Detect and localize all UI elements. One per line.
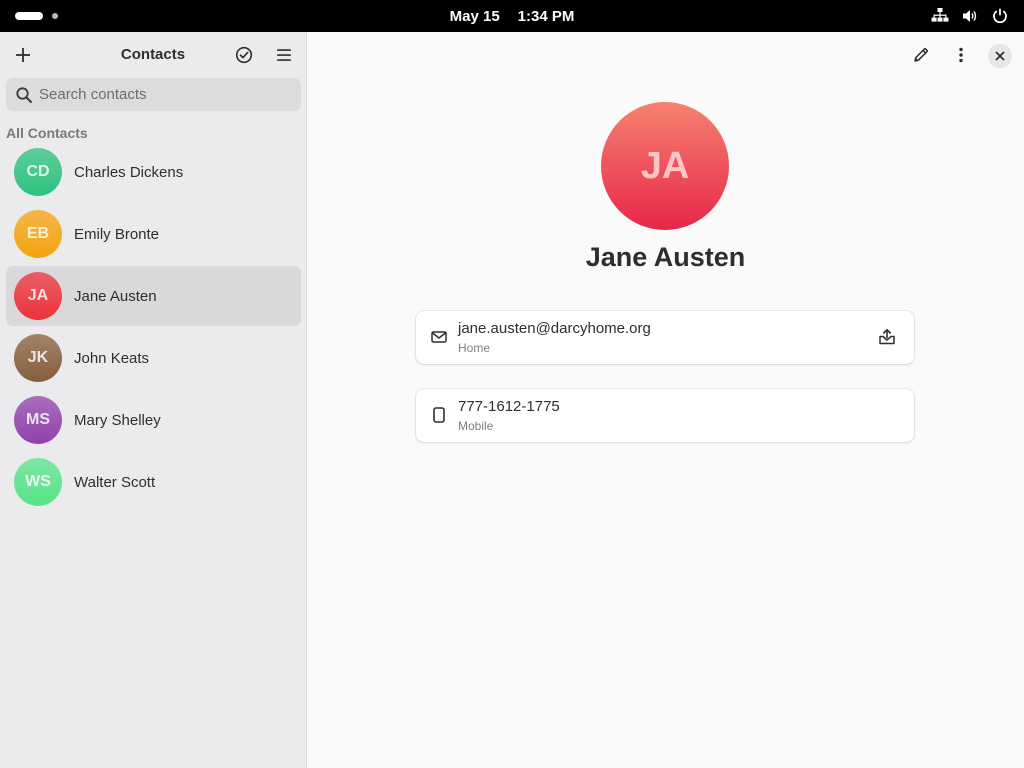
contact-avatar-initials: EB bbox=[26, 225, 50, 242]
contact-name: Charles Dickens bbox=[74, 163, 184, 181]
send-mail-icon bbox=[879, 329, 895, 345]
contact-avatar-large: JA bbox=[601, 102, 729, 230]
phone-type-label: Mobile bbox=[458, 419, 494, 433]
contact-row[interactable]: WS Walter Scott bbox=[6, 452, 301, 512]
contact-detail-pane: JA Jane Austen jane.austen@darcyhome.org… bbox=[307, 32, 1024, 768]
power-icon[interactable] bbox=[990, 6, 1010, 26]
email-type-label: Home bbox=[458, 341, 491, 355]
contact-name: John Keats bbox=[74, 349, 150, 367]
contact-avatar: WS bbox=[14, 458, 62, 506]
contact-row[interactable]: JA Jane Austen bbox=[6, 266, 301, 326]
pencil-icon bbox=[914, 48, 928, 62]
edit-contact-button[interactable] bbox=[904, 38, 938, 72]
contact-avatar-initials: JA bbox=[640, 144, 690, 187]
system-tray[interactable] bbox=[930, 6, 1010, 26]
contact-list: CD Charles Dickens EB Emily Bronte JA Jane Au… bbox=[6, 142, 301, 514]
kebab-menu-icon bbox=[959, 47, 963, 63]
contact-avatar-initials: JK bbox=[27, 349, 49, 366]
sidebar-header: Contacts bbox=[0, 32, 306, 78]
top-bar: May 15 1:34 PM bbox=[0, 0, 1024, 32]
contact-row[interactable]: JK John Keats bbox=[6, 328, 301, 388]
contact-name: Emily Bronte bbox=[74, 225, 160, 243]
contact-avatar-initials: MS bbox=[26, 411, 50, 428]
contact-name-heading: Jane Austen bbox=[585, 242, 746, 272]
contacts-sidebar: Contacts All Contacts CD Charles Dickens E… bbox=[0, 32, 307, 768]
phone-card[interactable]: 777-1612-1775 Mobile bbox=[416, 389, 914, 442]
send-email-button[interactable] bbox=[872, 322, 902, 352]
contact-avatar: EB bbox=[14, 210, 62, 258]
section-label-all-contacts: All Contacts bbox=[6, 125, 88, 141]
contact-avatar-initials: CD bbox=[26, 163, 50, 180]
clock-time[interactable]: 1:34 PM bbox=[518, 8, 575, 25]
contact-name: Jane Austen bbox=[74, 287, 157, 305]
check-circle-icon bbox=[235, 46, 253, 64]
volume-icon[interactable] bbox=[960, 6, 980, 26]
contact-avatar: CD bbox=[14, 148, 62, 196]
clock: May 15 1:34 PM bbox=[0, 0, 1024, 32]
close-icon bbox=[995, 51, 1005, 61]
contact-avatar-initials: JA bbox=[27, 287, 49, 304]
main-menu-button[interactable] bbox=[267, 38, 301, 72]
more-options-button[interactable] bbox=[944, 38, 978, 72]
activities-indicator[interactable] bbox=[15, 12, 58, 20]
search-bar[interactable] bbox=[6, 78, 301, 111]
contact-row[interactable]: MS Mary Shelley bbox=[6, 390, 301, 450]
contact-row[interactable]: EB Emily Bronte bbox=[6, 204, 301, 264]
contact-avatar-initials: WS bbox=[25, 473, 51, 490]
phone-icon bbox=[430, 406, 448, 424]
email-value: jane.austen@darcyhome.org bbox=[458, 320, 651, 337]
clock-date[interactable]: May 15 bbox=[450, 8, 500, 25]
close-window-button[interactable] bbox=[988, 44, 1012, 68]
hamburger-menu-icon bbox=[277, 49, 291, 61]
workspace-indicator-active bbox=[15, 12, 43, 20]
phone-value: 777-1612-1775 bbox=[458, 398, 560, 415]
network-icon[interactable] bbox=[930, 6, 950, 26]
contact-row[interactable]: CD Charles Dickens bbox=[6, 142, 301, 202]
mail-icon bbox=[430, 328, 448, 346]
search-input[interactable] bbox=[39, 86, 279, 103]
contact-avatar: JA bbox=[14, 272, 62, 320]
contact-name: Walter Scott bbox=[74, 473, 156, 491]
email-card[interactable]: jane.austen@darcyhome.org Home bbox=[416, 311, 914, 364]
workspace-indicator-inactive bbox=[52, 13, 58, 19]
search-icon bbox=[15, 86, 33, 104]
select-mode-button[interactable] bbox=[227, 38, 261, 72]
contact-name: Mary Shelley bbox=[74, 411, 161, 429]
contact-avatar: MS bbox=[14, 396, 62, 444]
contact-avatar: JK bbox=[14, 334, 62, 382]
